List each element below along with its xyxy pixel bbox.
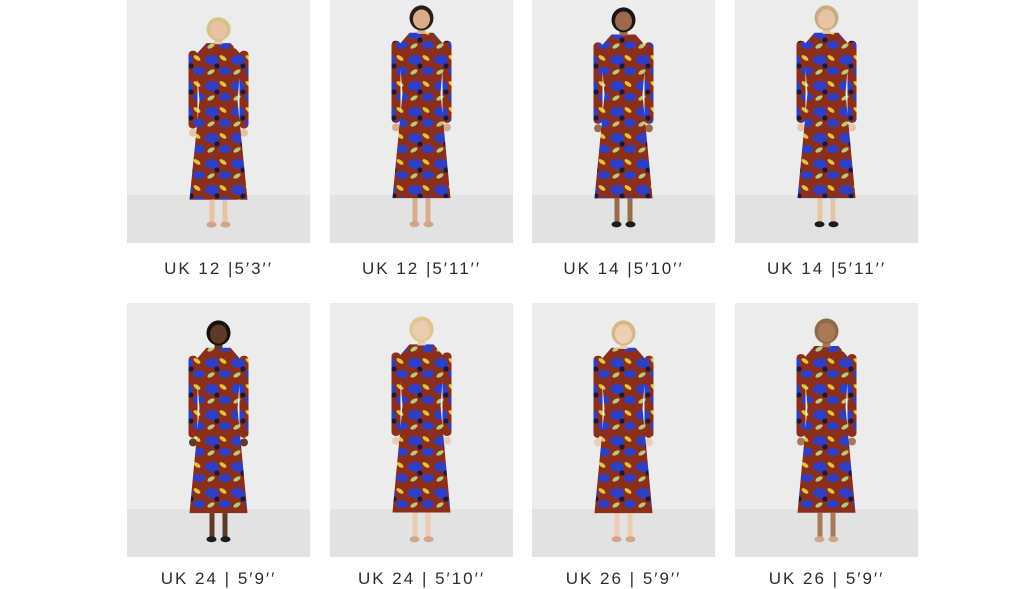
face — [210, 21, 227, 40]
leg — [412, 512, 418, 539]
model-image-2[interactable] — [330, 0, 513, 243]
face — [615, 324, 632, 344]
model-photo — [593, 7, 654, 228]
leg — [830, 198, 836, 224]
shoe — [423, 221, 434, 228]
shoe — [409, 221, 420, 228]
model-image-8[interactable] — [735, 303, 918, 557]
shoe — [220, 221, 231, 228]
size-height-label: UK 14 |5′10′′ — [563, 259, 684, 278]
size-height-label: UK 12 |5′11′′ — [361, 259, 482, 278]
face — [413, 9, 430, 29]
face — [818, 322, 835, 342]
face — [615, 11, 632, 31]
model-image-5[interactable] — [127, 303, 310, 557]
hand — [797, 123, 805, 132]
model-image-3[interactable] — [532, 0, 715, 243]
model-image-4[interactable] — [735, 0, 918, 243]
hand — [392, 123, 400, 132]
size-height-label: UK 24 | 5′9′′ — [160, 569, 277, 588]
dress — [594, 347, 653, 514]
size-height-label: UK 24 | 5′10′′ — [357, 569, 486, 588]
shoe — [409, 536, 420, 543]
hand — [848, 437, 856, 446]
leg — [817, 512, 823, 539]
dress — [594, 34, 653, 199]
model-photo — [188, 17, 249, 228]
shoe — [625, 536, 636, 543]
model-photo — [188, 320, 249, 543]
leg — [627, 198, 633, 224]
leg — [222, 199, 228, 224]
shoe — [220, 536, 231, 543]
model-photo — [391, 316, 452, 543]
leg — [830, 512, 836, 539]
hand — [797, 437, 805, 446]
leg — [209, 199, 215, 224]
hand — [645, 438, 653, 447]
model-photo — [593, 320, 654, 543]
hand — [594, 438, 602, 447]
leg — [627, 513, 633, 539]
dress — [797, 32, 856, 199]
hand — [594, 124, 602, 133]
shoe — [611, 221, 622, 228]
leg — [817, 198, 823, 224]
hand — [240, 438, 248, 447]
shoe — [611, 536, 622, 543]
shoe — [828, 536, 839, 543]
dress — [392, 344, 451, 513]
hand — [848, 123, 856, 132]
face — [413, 320, 430, 341]
leg — [425, 512, 431, 539]
hand — [443, 123, 451, 132]
model-image-1[interactable] — [127, 0, 310, 243]
model-photo — [391, 5, 452, 228]
leg — [614, 513, 620, 539]
leg — [222, 513, 228, 539]
hand — [392, 436, 400, 445]
model-image-6[interactable] — [330, 303, 513, 557]
model-photo — [796, 318, 857, 543]
dress — [392, 32, 451, 199]
shoe — [423, 536, 434, 543]
shoe — [206, 221, 217, 228]
dress — [189, 43, 248, 200]
leg — [614, 198, 620, 224]
hand — [189, 128, 197, 137]
hand — [240, 128, 248, 137]
leg — [425, 198, 431, 224]
size-height-label: UK 14 |5′11′′ — [766, 259, 887, 278]
shoe — [814, 221, 825, 228]
dress — [797, 346, 856, 513]
shoe — [625, 221, 636, 228]
shoe — [828, 221, 839, 228]
hand — [443, 436, 451, 445]
face — [818, 9, 835, 29]
dress — [189, 347, 248, 514]
size-height-label: UK 12 |5′3′′ — [164, 259, 273, 278]
face — [210, 324, 227, 344]
shoe — [206, 536, 217, 543]
leg — [209, 513, 215, 539]
model-image-7[interactable] — [532, 303, 715, 557]
size-height-label: UK 26 | 5′9′′ — [565, 569, 682, 588]
leg — [412, 198, 418, 224]
model-photo — [796, 5, 857, 228]
shoe — [814, 536, 825, 543]
hand — [645, 124, 653, 133]
size-height-label: UK 26 | 5′9′′ — [768, 569, 885, 588]
hand — [189, 438, 197, 447]
